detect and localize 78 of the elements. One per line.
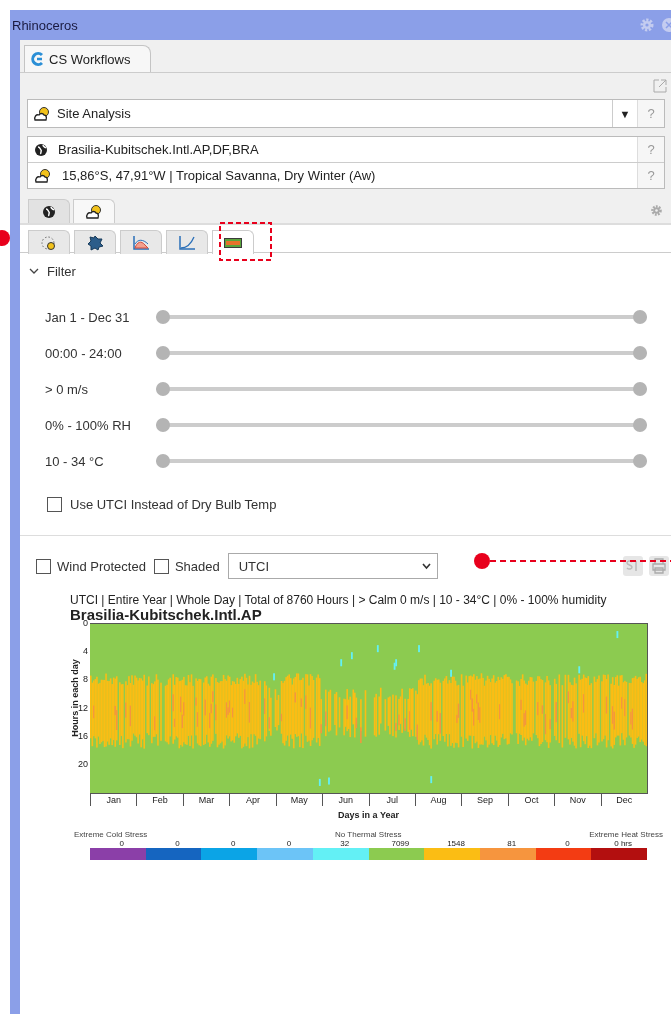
axis-tick-label: May bbox=[275, 794, 323, 806]
logo-icon bbox=[31, 52, 44, 66]
legend-count: 32 bbox=[339, 839, 351, 848]
range-slider[interactable] bbox=[156, 346, 647, 360]
range-slider[interactable] bbox=[156, 310, 647, 324]
legend-label: No Thermal Stress bbox=[335, 830, 402, 839]
workflow-dropdown[interactable]: Site Analysis ▼ ? bbox=[27, 99, 665, 128]
undock-icon[interactable] bbox=[653, 79, 667, 93]
axis-tick-label: Nov bbox=[554, 794, 601, 806]
globe-icon bbox=[42, 204, 56, 219]
axis-tick-label: Sep bbox=[461, 794, 508, 806]
range-slider[interactable] bbox=[156, 454, 647, 468]
checkbox-label: Shaded bbox=[174, 558, 220, 574]
legend-count: 0 bbox=[285, 839, 293, 848]
highlight-frame bbox=[219, 222, 272, 261]
print-icon[interactable] bbox=[649, 556, 669, 576]
slider-label: > 0 m/s bbox=[45, 381, 89, 397]
chart-subtitle: UTCI | Entire Year | Whole Day | Total of 8760 Hours | > Calm 0 m/s | 10 - 34°C | 0% - 100% humidity bbox=[69, 593, 608, 607]
chevron-icon[interactable] bbox=[29, 267, 39, 275]
sun-cloud-icon bbox=[34, 167, 52, 184]
legend-count: 0 bbox=[118, 839, 126, 848]
axis-tick-label: Apr bbox=[229, 794, 276, 806]
icon-tab[interactable] bbox=[73, 199, 115, 223]
slider-label: 0% - 100% RH bbox=[45, 417, 132, 433]
location-text: Brasilia-Kubitschek.Intl.AP,DF,BRA bbox=[58, 142, 259, 157]
legend-count: 0 bbox=[174, 839, 181, 848]
curve-chart-icon bbox=[178, 234, 196, 251]
sun-cloud-icon bbox=[33, 105, 51, 122]
axis-tick-label: Aug bbox=[414, 794, 462, 806]
slider-label: 00:00 - 24:00 bbox=[45, 345, 123, 361]
range-slider[interactable] bbox=[156, 418, 647, 432]
location-text: 15,86°S, 47,91°W | Tropical Savanna, Dry Winter (Aw) bbox=[62, 168, 376, 183]
axis-tick-label: Jan bbox=[90, 794, 137, 806]
axis-tick-label: Oct bbox=[507, 794, 555, 806]
range-slider[interactable] bbox=[156, 382, 647, 396]
icon-tab[interactable] bbox=[28, 199, 70, 223]
metric-dropdown[interactable]: UTCI bbox=[227, 553, 438, 579]
legend-count: 0 hrs bbox=[613, 839, 634, 848]
settings-icon[interactable] bbox=[650, 204, 663, 217]
wind-rose-icon bbox=[86, 234, 104, 251]
axis-tick-label: 16 bbox=[78, 730, 88, 741]
checkbox[interactable] bbox=[36, 558, 51, 574]
checkbox[interactable] bbox=[47, 496, 62, 512]
section-title[interactable]: Filter bbox=[47, 263, 76, 279]
window-title: Rhinoceros bbox=[12, 17, 78, 33]
legend-count: 0 bbox=[230, 839, 237, 848]
checkbox-label: Use UTCI Instead of Dry Bulb Temp bbox=[70, 496, 277, 512]
axis-tick-label: Jun bbox=[322, 794, 369, 806]
slider-label: Jan 1 - Dec 31 bbox=[45, 309, 131, 325]
axis-title: Days in a Year bbox=[337, 810, 400, 820]
si-units-icon[interactable] bbox=[623, 556, 643, 576]
axis-tick-label: 20 bbox=[78, 758, 88, 769]
sun-cloud-icon bbox=[85, 203, 103, 220]
axis-tick-label: Mar bbox=[182, 794, 230, 806]
axis-tick-label: Dec bbox=[600, 794, 647, 806]
chevron-icon bbox=[421, 562, 431, 570]
sun-path-icon bbox=[40, 234, 58, 251]
globe-icon bbox=[34, 142, 48, 157]
checkbox-label: Wind Protected bbox=[57, 558, 146, 574]
heatmap-icon bbox=[224, 237, 242, 248]
legend-label: Extreme Cold Stress bbox=[74, 830, 148, 839]
checkbox[interactable] bbox=[153, 558, 169, 574]
icon-tab[interactable] bbox=[212, 230, 254, 254]
axis-tick-label: 4 bbox=[83, 646, 88, 657]
legend-count: 81 bbox=[506, 839, 518, 848]
axis-tick-label: Jul bbox=[368, 794, 415, 806]
axis-tick-label: 8 bbox=[83, 674, 88, 685]
panel-tab[interactable]: CS Workflows bbox=[24, 45, 152, 72]
legend-count: 0 bbox=[564, 839, 571, 848]
axis-tick-label: 12 bbox=[78, 702, 88, 713]
dropdown-value: Site Analysis bbox=[57, 106, 131, 121]
axis-tick-label: Feb bbox=[136, 794, 183, 806]
slider-label: 10 - 34 °C bbox=[45, 453, 105, 469]
icon-tab[interactable] bbox=[74, 230, 116, 254]
legend-count: 7099 bbox=[390, 839, 411, 848]
legend-count: 1548 bbox=[446, 839, 466, 848]
area-chart-icon bbox=[132, 234, 150, 251]
legend-label: Extreme Heat Stress bbox=[589, 830, 663, 839]
